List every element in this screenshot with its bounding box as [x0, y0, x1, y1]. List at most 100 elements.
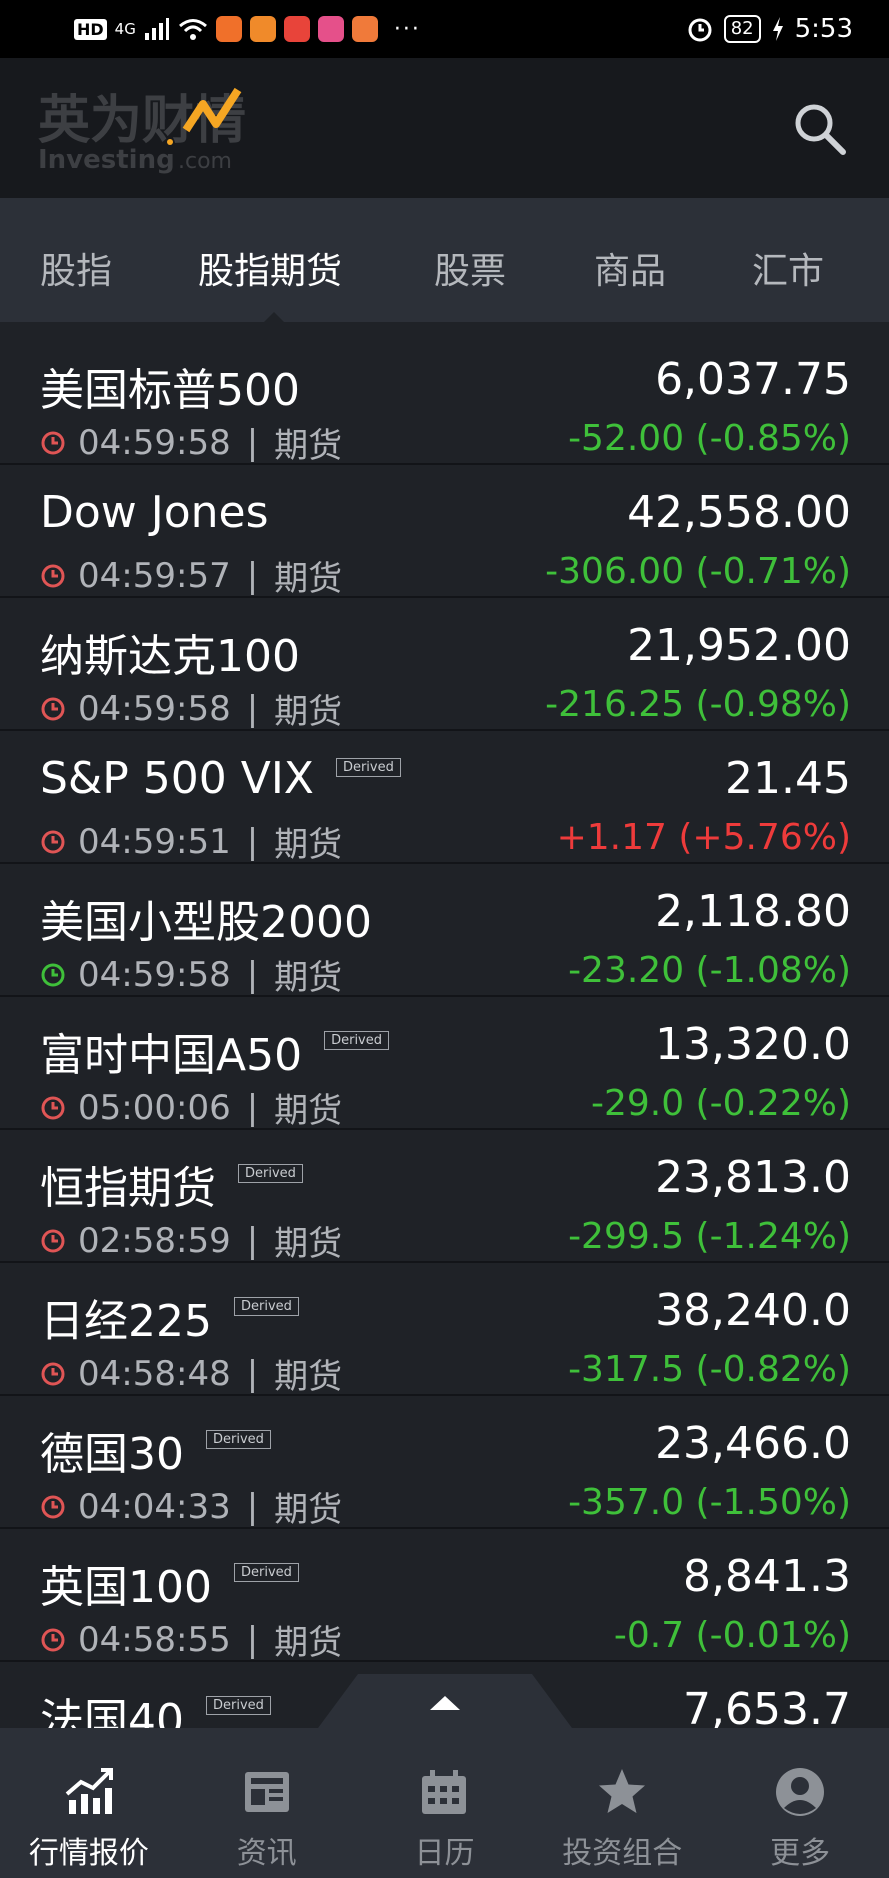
update-time: 05:00:06	[78, 1087, 231, 1128]
derived-badge: Derived	[335, 758, 401, 777]
nav-label: 投资组合	[562, 1836, 683, 1871]
scroll-up-button[interactable]	[318, 1674, 572, 1728]
instrument-row[interactable]: 富时中国A50 Derived 13,320.0 05:00:06 | 期货 -29.0 (…	[0, 997, 889, 1132]
update-time: 04:58:48	[78, 1353, 231, 1394]
more-notifications-icon: ···	[393, 16, 421, 42]
instrument-name: 美国小型股2000	[40, 886, 372, 950]
instrument-row[interactable]: 恒指期货 Derived 23,813.0 02:58:59 | 期货 -299.5 (-1…	[0, 1130, 889, 1265]
instrument-name-text: 德国30	[40, 1429, 184, 1480]
tab-stocks[interactable]: 股票	[434, 242, 506, 294]
price-change: -317.5 (-0.82%)	[568, 1349, 851, 1390]
instrument-row[interactable]: 德国30 Derived 23,466.0 04:04:33 | 期货 -357.0 (-1…	[0, 1396, 889, 1531]
instrument-type: 期货	[274, 1490, 343, 1530]
instrument-meta: 04:59:58 | 期货	[40, 684, 342, 733]
instrument-meta: 04:59:57 | 期货	[40, 551, 342, 600]
instrument-list: 美国标普500 6,037.75 04:59:58 | 期货 -52.00 (-0.85%…	[0, 332, 889, 1795]
instrument-name: 日经225 Derived	[40, 1285, 299, 1349]
tab-indices[interactable]: 股指	[40, 242, 112, 294]
active-tab-pointer	[264, 312, 284, 322]
derived-badge: Derived	[233, 1562, 299, 1582]
instrument-name: Dow Jones	[40, 487, 269, 538]
price-change: -29.0 (-0.22%)	[590, 1083, 851, 1124]
instrument-meta: 04:59:51 | 期货	[40, 817, 342, 866]
separator: |	[246, 422, 259, 463]
clock-icon	[41, 1096, 65, 1119]
instrument-row[interactable]: 日经225 Derived 38,240.0 04:58:48 | 期货 -317.5 (-…	[0, 1263, 889, 1397]
instrument-price: 13,320.0	[655, 1019, 851, 1070]
separator: |	[246, 821, 259, 862]
derived-badge: Derived	[324, 1030, 390, 1050]
chart-trend-icon	[65, 1768, 113, 1814]
nav-news[interactable]: 资讯	[178, 1728, 356, 1878]
nav-label: 行情报价	[28, 1836, 149, 1871]
nav-label: 资讯	[236, 1836, 297, 1871]
status-right: 82 5:53	[686, 14, 853, 44]
nav-more[interactable]: 更多	[711, 1728, 889, 1878]
derived-badge: Derived	[206, 1695, 271, 1715]
instrument-price: 21,952.00	[627, 620, 851, 671]
instrument-name-text: S&P 500 VIX	[40, 753, 314, 804]
instrument-row[interactable]: Dow Jones 42,558.00 04:59:57 | 期货 -306.00 (-0…	[0, 465, 889, 600]
separator: |	[246, 1220, 259, 1261]
signal-icon	[144, 18, 169, 40]
investing-logo: 英为财情 Investing .com	[38, 80, 288, 180]
update-time: 02:58:59	[78, 1220, 231, 1261]
instrument-row[interactable]: 纳斯达克100 21,952.00 04:59:58 | 期货 -216.25 (-0.9…	[0, 598, 889, 733]
price-change: -299.5 (-1.24%)	[568, 1216, 851, 1257]
instrument-price: 21.45	[725, 753, 851, 804]
update-time: 04:59:58	[78, 422, 231, 463]
tab-commodities[interactable]: 商品	[594, 242, 666, 294]
tab-index-futures[interactable]: 股指期货	[198, 242, 342, 294]
category-tabs: 股指 股指期货 股票 商品 汇市	[0, 198, 889, 322]
app-notification-icon	[317, 16, 344, 42]
instrument-type: 期货	[274, 958, 343, 998]
network-type: 4G	[114, 20, 136, 38]
update-time: 04:59:58	[78, 954, 231, 995]
search-icon[interactable]	[791, 100, 847, 156]
clock-time: 5:53	[794, 14, 853, 44]
instrument-meta: 02:58:59 | 期货	[40, 1216, 342, 1265]
instrument-name-text: Dow Jones	[40, 487, 269, 538]
instrument-row[interactable]: 美国标普500 6,037.75 04:59:58 | 期货 -52.00 (-0.85%…	[0, 332, 889, 467]
alarm-icon	[688, 18, 712, 42]
tab-forex[interactable]: 汇市	[752, 242, 824, 294]
instrument-meta: 04:04:33 | 期货	[40, 1482, 342, 1531]
instrument-price: 2,118.80	[655, 886, 851, 937]
instrument-name-text: 日经225	[40, 1296, 212, 1347]
instrument-type: 期货	[274, 1357, 343, 1397]
nav-portfolio[interactable]: 投资组合	[533, 1728, 711, 1878]
instrument-meta: 04:59:58 | 期货	[40, 950, 342, 999]
separator: |	[246, 1619, 259, 1660]
clock-icon	[41, 830, 65, 853]
nav-label: 更多	[770, 1836, 831, 1871]
instrument-meta: 04:58:55 | 期货	[40, 1615, 342, 1664]
instrument-row[interactable]: S&P 500 VIX Derived 21.45 04:59:51 | 期货 +1.17 …	[0, 731, 889, 866]
app-notification-icon	[351, 16, 378, 42]
calendar-icon	[422, 1770, 467, 1814]
instrument-name: 美国标普500	[40, 354, 300, 418]
price-change: -23.20 (-1.08%)	[568, 950, 851, 991]
svg-text:.com: .com	[178, 149, 232, 174]
charging-icon	[772, 17, 783, 41]
separator: |	[246, 1353, 259, 1394]
app-notification-icon	[215, 16, 242, 42]
nav-calendar[interactable]: 日历	[356, 1728, 534, 1878]
separator: |	[246, 1087, 259, 1128]
price-change: -0.7 (-0.01%)	[613, 1615, 851, 1656]
instrument-row[interactable]: 英国100 Derived 8,841.3 04:58:55 | 期货 -0.7 (-0.0…	[0, 1529, 889, 1664]
separator: |	[246, 688, 259, 729]
svg-text:Investing: Investing	[38, 145, 175, 175]
instrument-meta: 04:59:58 | 期货	[40, 418, 342, 467]
separator: |	[246, 1486, 259, 1527]
status-bar: HD 4G ··· 82 5:53	[0, 0, 889, 58]
instrument-name-text: 纳斯达克100	[40, 631, 300, 682]
nav-quotes[interactable]: 行情报价	[0, 1728, 178, 1878]
user-icon	[776, 1768, 825, 1816]
instrument-row[interactable]: 美国小型股2000 2,118.80 04:59:58 | 期货 -23.20 (-1.0…	[0, 864, 889, 999]
instrument-meta: 05:00:06 | 期货	[40, 1083, 342, 1132]
instrument-name: 纳斯达克100	[40, 620, 300, 684]
app-notification-icon	[249, 16, 276, 42]
instrument-name: 富时中国A50 Derived	[40, 1019, 390, 1083]
clock-icon	[41, 1628, 65, 1651]
instrument-type: 期货	[274, 1224, 343, 1264]
